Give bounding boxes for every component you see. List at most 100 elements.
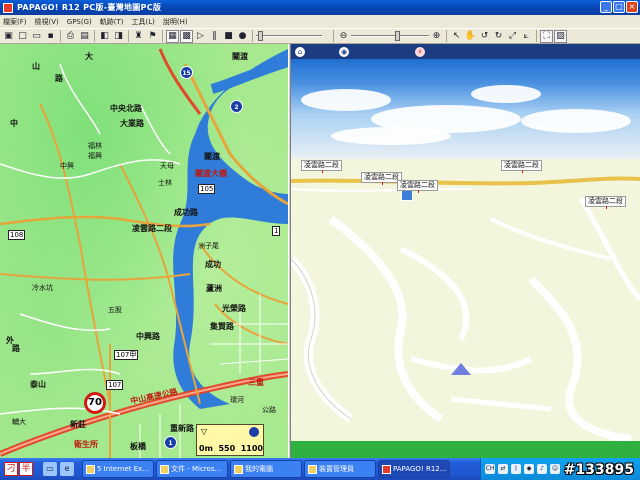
map-label: 福林 — [88, 142, 102, 150]
close-button[interactable]: × — [626, 1, 638, 13]
volume-icon[interactable]: ♪ — [537, 464, 547, 474]
network-icon[interactable]: ⇄ — [498, 464, 508, 474]
map-label: 板橋 — [130, 442, 146, 451]
menu-help[interactable]: 說明(H) — [163, 17, 188, 27]
map-2d-view[interactable]: 山 路 大 中 中央北路 中興 福林 福興 大業路 天母 士林 關渡 關渡 關渡… — [0, 44, 288, 458]
word-icon — [160, 464, 169, 474]
zoom-in-icon[interactable]: ⊕ — [430, 30, 443, 43]
sky — [291, 59, 640, 159]
menu-tools[interactable]: 工具(L) — [132, 17, 155, 27]
task-device-manager[interactable]: 裝置管理員 — [304, 460, 376, 478]
map-label: 輔大 — [12, 418, 26, 426]
task-word-document[interactable]: 文件 - Micros... — [156, 460, 228, 478]
select-arrow-icon[interactable]: ↖ — [450, 30, 463, 43]
desktop-icon[interactable]: ▭ — [43, 462, 57, 476]
map-label: 路 — [55, 74, 63, 83]
map-label: 重新路 — [170, 424, 194, 433]
route-shield-icon: 15 — [180, 66, 193, 79]
browser-icon[interactable]: e — [60, 462, 74, 476]
direction-arrow-icon: ▽ — [201, 427, 208, 436]
menu-view[interactable]: 檢視(V) — [35, 17, 59, 27]
map-label: 中 — [10, 119, 18, 128]
stop-icon[interactable]: ■ — [222, 30, 235, 43]
compass-icon[interactable]: ◉ — [339, 46, 349, 57]
car-icon[interactable]: ♜ — [132, 30, 145, 43]
map-label: 五股 — [108, 306, 122, 314]
forward-icon[interactable]: ◨ — [112, 30, 125, 43]
menu-track[interactable]: 軌跡(T) — [100, 17, 124, 27]
title-bar: PAPAGO! R12 PC版-臺灣地圖PC版 _ □ × — [0, 0, 640, 15]
device-manager-icon — [308, 464, 317, 474]
papago-icon — [382, 464, 391, 474]
maximize-button[interactable]: □ — [613, 1, 625, 13]
ime-mode[interactable]: 刁 — [4, 462, 18, 476]
road-number: 107甲 — [114, 350, 139, 360]
map-label: 中興 — [60, 162, 74, 170]
map-label: 山 — [32, 62, 40, 71]
status-strip — [291, 441, 640, 458]
map-label: 大業路 — [120, 119, 144, 128]
scale-left: 0m — [199, 444, 213, 453]
rotate-right-icon[interactable]: ↻ — [492, 30, 505, 43]
save-icon[interactable]: ▪ — [44, 30, 57, 43]
ime-indicator[interactable]: 刁 半 — [4, 462, 33, 476]
view-2d-icon[interactable]: ▦ — [166, 29, 179, 43]
play-icon[interactable]: ▷ — [194, 30, 207, 43]
map-icon[interactable]: ▣ — [2, 30, 15, 43]
measure-icon[interactable]: ⟀ — [520, 30, 533, 43]
messenger-icon[interactable]: ☺ — [550, 464, 560, 474]
picture-icon[interactable]: ▨ — [554, 29, 567, 43]
task-my-computer[interactable]: 我的電腦 — [230, 460, 302, 478]
view-3d-icon[interactable]: ▩ — [180, 29, 193, 43]
menu-gps[interactable]: GPS(G) — [67, 18, 92, 26]
home-icon[interactable]: ⌂ — [295, 46, 305, 57]
map-label: 公路 — [262, 406, 276, 414]
map-label: 三重 — [248, 378, 264, 387]
properties-icon[interactable]: ▤ — [78, 30, 91, 43]
computer-icon — [234, 464, 243, 474]
print-icon[interactable]: ⎙ — [64, 30, 77, 43]
playback-slider[interactable] — [256, 30, 322, 42]
menu-file[interactable]: 檔案(F) — [3, 17, 27, 27]
map-label: 中央北路 — [110, 104, 142, 113]
fullscreen-icon[interactable]: ⛶ — [540, 29, 553, 43]
map-label: 成功 — [205, 260, 221, 269]
pause-icon[interactable]: ‖ — [208, 30, 221, 43]
window-title: PAPAGO! R12 PC版-臺灣地圖PC版 — [17, 3, 162, 12]
task-papago[interactable]: PAPAGO! R12... — [378, 460, 450, 478]
street-sign: 凌雲路二段 — [501, 160, 542, 173]
map-label: 新莊 — [70, 420, 86, 429]
record-icon[interactable]: ● — [236, 30, 249, 43]
language-indicator[interactable]: CH — [485, 464, 495, 474]
rotate-left-icon[interactable]: ↺ — [478, 30, 491, 43]
street-sign: 凌雲路二段 — [361, 172, 402, 185]
toolbar: ▣ □ ▭ ▪ ⎙ ▤ ◧ ◨ ♜ ⚑ ▦ ▩ ▷ ‖ ■ ● ⊖ ⊕ ↖ ✋ … — [0, 28, 640, 44]
back-icon[interactable]: ◧ — [98, 30, 111, 43]
quick-launch: ▭ e — [43, 462, 74, 476]
shield-icon[interactable]: ◆ — [524, 464, 534, 474]
minimize-button[interactable]: _ — [600, 1, 612, 13]
ime-width[interactable]: 半 — [19, 462, 33, 476]
taskbar: 刁 半 ▭ e 5 Internet Ex... 文件 - Micros... … — [0, 458, 640, 480]
map-3d-view[interactable]: ⌂ ◉ ⚡ 凌雲路二段 凌雲路二段 凌雲路二段 凌雲路二段 凌雲路二段 — [291, 44, 640, 458]
map-label: 泰山 — [30, 380, 46, 389]
map-label: 洲子尾 — [198, 242, 219, 250]
view-header: ⌂ ◉ ⚡ — [291, 44, 640, 59]
bluetooth-icon[interactable]: ᛒ — [511, 464, 521, 474]
zoom-slider[interactable] — [351, 30, 429, 42]
task-internet-explorer[interactable]: 5 Internet Ex... — [82, 460, 154, 478]
tilt-icon[interactable]: ⤢ — [506, 30, 519, 43]
street-sign: 凌雲路二段 — [397, 180, 438, 193]
open-icon[interactable]: ▭ — [30, 30, 43, 43]
pan-hand-icon[interactable]: ✋ — [464, 30, 477, 43]
map-label: 冷水坑 — [32, 284, 53, 292]
app-window: PAPAGO! R12 PC版-臺灣地圖PC版 _ □ × 檔案(F) 檢視(V… — [0, 0, 640, 480]
route-icon[interactable]: ⚑ — [146, 30, 159, 43]
watermark-text: #133895 — [563, 462, 634, 478]
road-number: 1 — [272, 226, 281, 236]
scale-indicator: ▽ 0m 550 1100 — [196, 424, 264, 456]
scale-right: 1100 — [240, 444, 263, 453]
zoom-out-icon[interactable]: ⊖ — [337, 30, 350, 43]
new-icon[interactable]: □ — [16, 30, 29, 43]
app-icon — [3, 2, 13, 13]
